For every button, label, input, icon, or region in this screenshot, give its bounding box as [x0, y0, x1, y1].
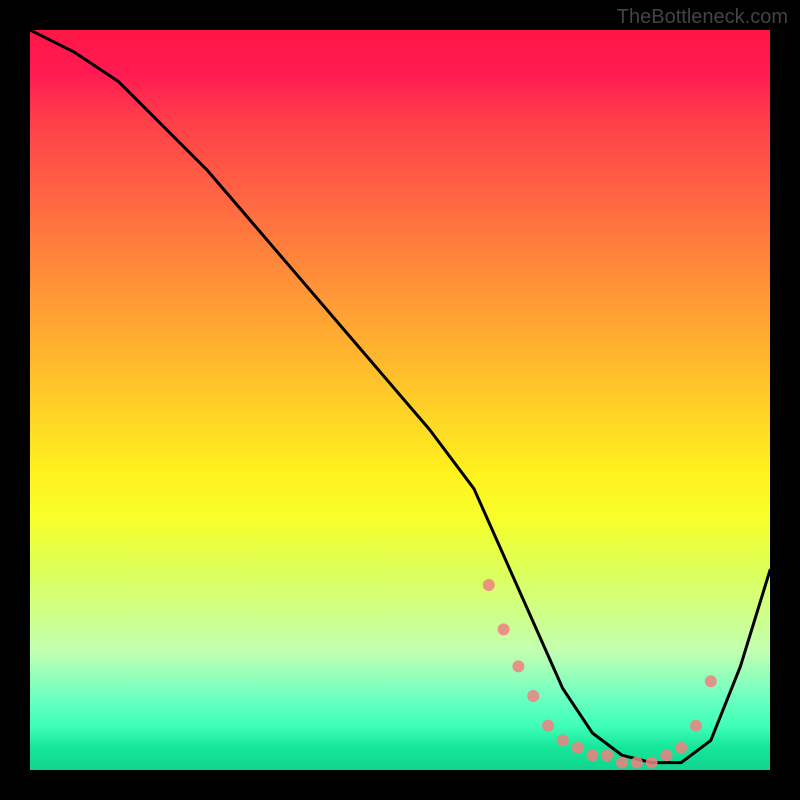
valley-marker: [557, 734, 569, 746]
valley-marker: [572, 742, 584, 754]
valley-marker: [690, 720, 702, 732]
valley-marker: [660, 749, 672, 761]
chart-svg: [30, 30, 770, 770]
valley-marker: [586, 749, 598, 761]
valley-marker: [527, 690, 539, 702]
valley-marker: [675, 742, 687, 754]
attribution-label: TheBottleneck.com: [617, 6, 788, 29]
bottleneck-curve-path: [30, 30, 770, 763]
valley-marker: [705, 675, 717, 687]
valley-marker: [646, 757, 658, 769]
valley-marker: [616, 757, 628, 769]
valley-marker: [601, 749, 613, 761]
valley-marker: [542, 720, 554, 732]
valley-marker: [512, 660, 524, 672]
valley-marker: [498, 623, 510, 635]
chart-plot-area: [30, 30, 770, 770]
valley-marker: [631, 757, 643, 769]
valley-marker: [483, 579, 495, 591]
